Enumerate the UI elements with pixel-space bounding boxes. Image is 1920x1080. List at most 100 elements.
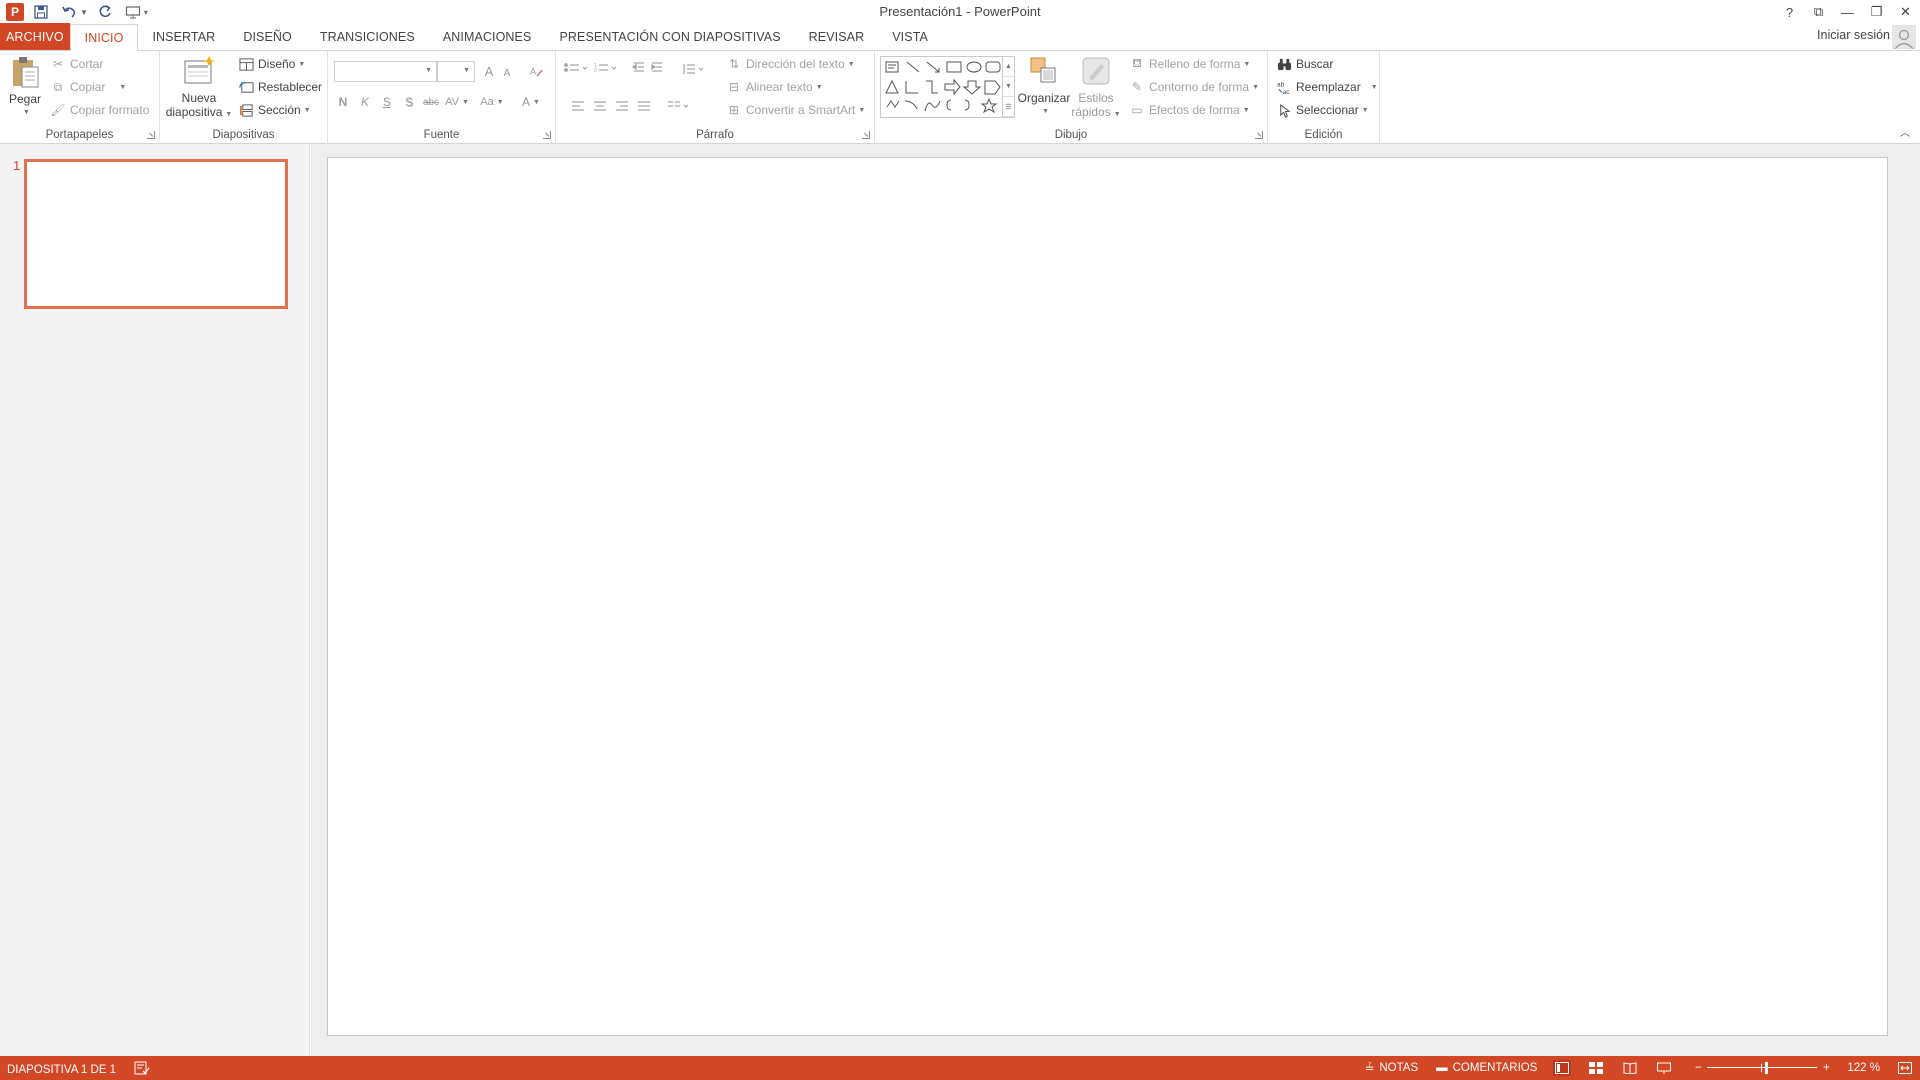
redo-icon[interactable] (94, 2, 116, 22)
slideshow-view-icon[interactable] (1655, 1060, 1673, 1076)
clipboard-launcher-icon[interactable] (147, 131, 155, 139)
collapse-ribbon-icon[interactable]: ︿ (1900, 124, 1910, 139)
gallery-up-icon[interactable]: ▲ (1003, 57, 1014, 77)
spelling-check-icon[interactable] (134, 1061, 150, 1078)
tab-revisar[interactable]: REVISAR (795, 24, 879, 50)
italic-button[interactable]: K (355, 92, 375, 112)
layout-dropdown-icon[interactable]: ▼ (298, 61, 305, 68)
replace-button[interactable]: ab ac Reemplazar ▼ (1276, 77, 1378, 97)
shape-effects-dropdown-icon[interactable]: ▼ (1243, 107, 1250, 114)
slide-sorter-view-icon[interactable] (1587, 1060, 1605, 1076)
strikethrough-button[interactable]: abc (421, 92, 441, 112)
section-dropdown-icon[interactable]: ▼ (304, 107, 311, 114)
text-direction-button[interactable]: ⇅ Dirección del texto ▼ (726, 54, 855, 74)
start-from-beginning-icon[interactable] (122, 2, 144, 22)
shape-outline-dropdown-icon[interactable]: ▼ (1252, 84, 1259, 91)
tab-diseno[interactable]: DISEÑO (229, 24, 306, 50)
character-spacing-dropdown-icon[interactable]: ▼ (462, 99, 469, 106)
slide-editor-area[interactable] (311, 144, 1920, 1056)
font-color-dropdown-icon[interactable]: ▼ (533, 99, 540, 106)
tab-inicio[interactable]: INICIO (69, 24, 139, 51)
shape-effects-button[interactable]: ▭ Efectos de forma ▼ (1129, 100, 1250, 120)
minimize-icon[interactable]: — (1833, 0, 1862, 24)
select-button[interactable]: Seleccionar ▼ (1276, 100, 1369, 120)
tab-vista[interactable]: VISTA (878, 24, 942, 50)
format-painter-button[interactable]: 🖌 Copiar formato (50, 100, 149, 120)
shrink-font-button[interactable]: A (497, 63, 517, 83)
restore-icon[interactable]: ❐ (1862, 0, 1891, 24)
cut-button[interactable]: ✂ Cortar (50, 54, 103, 74)
font-color-button[interactable]: A ▼ (518, 92, 544, 112)
change-case-dropdown-icon[interactable]: ▼ (497, 99, 504, 106)
tab-animaciones[interactable]: ANIMACIONES (429, 24, 546, 50)
zoom-slider[interactable] (1707, 1060, 1818, 1076)
reset-button[interactable]: Restablecer (238, 77, 322, 97)
tab-transiciones[interactable]: TRANSICIONES (306, 24, 429, 50)
normal-view-icon[interactable] (1553, 1060, 1572, 1076)
shadow-button[interactable]: S (399, 92, 419, 112)
character-spacing-button[interactable]: AV ▼ (444, 92, 470, 112)
zoom-level[interactable]: 122 % (1847, 1062, 1880, 1074)
section-button[interactable]: Sección ▼ (238, 100, 311, 120)
select-dropdown-icon[interactable]: ▼ (1362, 107, 1369, 114)
undo-icon[interactable] (58, 2, 80, 22)
layout-button[interactable]: Diseño ▼ (238, 54, 305, 74)
close-icon[interactable]: ✕ (1891, 0, 1920, 24)
arrange-button[interactable]: Organizar ▼ (1018, 54, 1070, 119)
reading-view-icon[interactable] (1621, 1060, 1639, 1076)
convert-smartart-button[interactable]: ⊞ Convertir a SmartArt ▼ (726, 100, 865, 120)
slide-canvas[interactable] (327, 157, 1888, 1036)
signin-link[interactable]: Iniciar sesión (1817, 28, 1890, 42)
shapes-gallery-scroll[interactable]: ▲ ▼ ☰ (1002, 57, 1014, 117)
shape-fill-dropdown-icon[interactable]: ▼ (1243, 61, 1250, 68)
tab-archivo[interactable]: ARCHIVO (0, 23, 70, 50)
change-case-button[interactable]: Aa ▼ (478, 92, 506, 112)
grow-font-button[interactable]: A (479, 61, 499, 81)
paste-dropdown-icon[interactable]: ▼ (23, 106, 30, 120)
fit-slide-icon[interactable] (1896, 1060, 1914, 1076)
avatar-icon[interactable] (1892, 25, 1916, 49)
paragraph-launcher-icon[interactable] (862, 131, 870, 139)
help-icon[interactable]: ? (1775, 0, 1804, 24)
zoom-out-icon[interactable]: − (1693, 1060, 1703, 1076)
align-text-button[interactable]: ⊟ Alinear texto ▼ (726, 77, 823, 97)
font-size-combobox[interactable]: ▼ (437, 61, 475, 82)
save-icon[interactable] (30, 2, 52, 22)
undo-dropdown-icon[interactable]: ▼ (80, 8, 88, 17)
copy-button[interactable]: ⧉ Copiar ▼ (50, 77, 127, 97)
slide-thumbnail[interactable] (24, 159, 288, 309)
arrange-dropdown-icon[interactable]: ▼ (1042, 105, 1049, 119)
quick-styles-button[interactable]: Estilos rápidos ▼ (1071, 54, 1121, 122)
drawing-launcher-icon[interactable] (1255, 131, 1263, 139)
new-slide-dropdown-icon[interactable]: ▼ (225, 111, 232, 118)
font-name-dropdown-icon[interactable]: ▼ (425, 67, 432, 74)
tab-insertar[interactable]: INSERTAR (138, 24, 229, 50)
bold-button[interactable]: N (333, 92, 353, 112)
notes-button[interactable]: ≟ NOTAS (1365, 1061, 1418, 1075)
ribbon-display-options-icon[interactable]: ⧉ (1804, 0, 1833, 24)
zoom-in-icon[interactable]: + (1821, 1060, 1831, 1076)
replace-dropdown-icon[interactable]: ▼ (1371, 84, 1378, 91)
customize-qat-icon[interactable]: ▾ (144, 8, 148, 17)
tab-presentacion[interactable]: PRESENTACIÓN CON DIAPOSITIVAS (545, 24, 794, 50)
convert-smartart-dropdown-icon[interactable]: ▼ (858, 107, 865, 114)
font-size-dropdown-icon[interactable]: ▼ (463, 67, 470, 74)
quick-styles-dropdown-icon[interactable]: ▼ (1114, 111, 1121, 118)
paste-button[interactable]: Pegar ▼ (6, 55, 44, 120)
font-launcher-icon[interactable] (543, 131, 551, 139)
font-name-combobox[interactable]: ▼ (334, 61, 437, 82)
copy-dropdown-icon[interactable]: ▼ (119, 84, 126, 91)
powerpoint-logo-icon[interactable]: P (6, 3, 24, 21)
shape-fill-button[interactable]: ⛾ Relleno de forma ▼ (1129, 54, 1250, 74)
shape-outline-button[interactable]: ✎ Contorno de forma ▼ (1129, 77, 1259, 97)
comments-button[interactable]: ▬ COMENTARIOS (1436, 1062, 1537, 1074)
gallery-down-icon[interactable]: ▼ (1003, 77, 1014, 97)
paragraph-formatting-icons[interactable]: 1 2 (562, 61, 712, 125)
underline-button[interactable]: S (377, 92, 397, 112)
shapes-gallery[interactable]: ▲ ▼ ☰ (880, 56, 1015, 118)
find-button[interactable]: Buscar (1276, 54, 1333, 74)
new-slide-button[interactable]: Nueva diapositiva ▼ (166, 54, 232, 122)
text-direction-dropdown-icon[interactable]: ▼ (848, 61, 855, 68)
zoom-slider-thumb[interactable] (1765, 1062, 1769, 1074)
clear-formatting-icon[interactable]: A (526, 61, 546, 81)
